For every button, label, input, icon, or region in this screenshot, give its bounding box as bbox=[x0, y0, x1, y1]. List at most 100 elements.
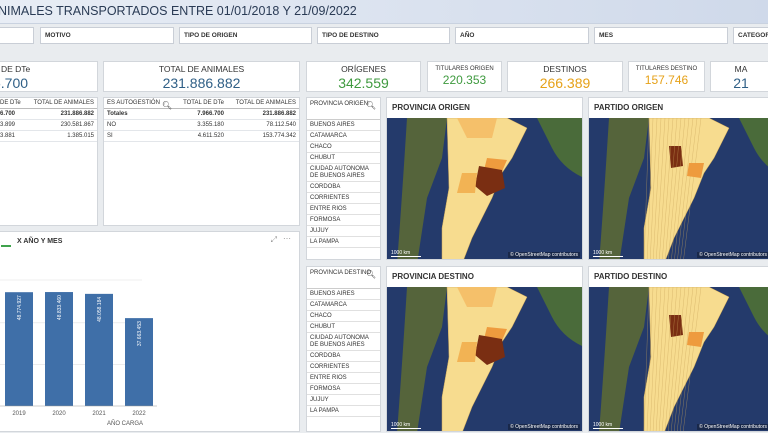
map-title: PARTIDO DESTINO bbox=[594, 272, 668, 281]
table-cell: 231.886.882 bbox=[25, 108, 97, 120]
table-cell: 1.385.015 bbox=[25, 130, 97, 142]
kpi-destinos-label: DESTINOS bbox=[543, 64, 587, 74]
filter-tipo-origen[interactable]: TIPO DE ORIGEN bbox=[179, 27, 312, 44]
table-cell: 78.112.540 bbox=[226, 119, 299, 131]
kpi-ma: MA 21 bbox=[710, 61, 768, 92]
listbox-item[interactable]: FORMOSA bbox=[307, 215, 380, 226]
listbox-item[interactable]: ENTRE RIOS bbox=[307, 373, 380, 384]
listbox-item[interactable]: CATAMARCA bbox=[307, 300, 380, 311]
search-icon[interactable]: 🔍︎ bbox=[162, 101, 172, 110]
map-partido-origen[interactable]: 1000 km © OpenStreetMap contributors bbox=[589, 118, 768, 259]
map-title: PROVINCIA ORIGEN bbox=[392, 103, 470, 112]
map-provincia-origen[interactable]: 1000 km © OpenStreetMap contributors bbox=[387, 118, 582, 259]
listbox-item[interactable]: BUENOS AIRES bbox=[307, 120, 380, 131]
listbox-item[interactable]: FORMOSA bbox=[307, 384, 380, 395]
table-cell: 3.899 bbox=[0, 119, 26, 131]
listbox-item[interactable]: CATAMARCA bbox=[307, 131, 380, 142]
kpi-titulares-origen-label: TITULARES ORIGEN bbox=[435, 66, 494, 72]
map-scale: 1000 km bbox=[593, 422, 623, 429]
table-row[interactable]: 3.899 230.581.867 bbox=[0, 119, 97, 131]
column-header[interactable]: DE DTe bbox=[0, 98, 26, 109]
table-cell: 153.774.342 bbox=[226, 130, 299, 142]
table-header-row: DE DTe TOTAL DE ANIMALES bbox=[0, 98, 97, 109]
x-axis-label: AÑO CARGA bbox=[107, 420, 143, 427]
map-title: PROVINCIA DESTINO bbox=[392, 272, 474, 281]
kpi-origenes-value: 342.559 bbox=[338, 75, 389, 91]
map-attribution[interactable]: © OpenStreetMap contributors bbox=[508, 252, 580, 258]
listbox-item[interactable]: LA PAMPA bbox=[307, 237, 380, 248]
table-cell: 3.881 bbox=[0, 130, 26, 142]
listbox-item[interactable]: LA PAMPA bbox=[307, 406, 380, 417]
listbox-item[interactable]: BUENOS AIRES bbox=[307, 289, 380, 300]
kpi-titulares-origen-value: 220.353 bbox=[442, 73, 487, 87]
listbox-item[interactable]: CIUDAD AUTONOMA DE BUENOS AIRES bbox=[307, 164, 380, 182]
kpi-titulares-destino: TITULARES DESTINO 157.746 bbox=[628, 61, 705, 92]
listbox-header[interactable]: PROVINCIA ORIGEN 🔍︎ bbox=[307, 98, 380, 120]
listbox-provincia-destino: PROVINCIA DESTINO 🔍︎ BUENOS AIRES CATAMAR… bbox=[306, 266, 381, 432]
kpi-total-animales-label: TOTAL DE ANIMALES bbox=[158, 64, 245, 74]
kpi-origenes: ORÍGENES 342.559 bbox=[306, 61, 421, 92]
table-row[interactable]: 6.700 231.886.882 bbox=[0, 108, 97, 120]
title-bar: NIMALES TRANSPORTADOS ENTRE 01/01/2018 Y… bbox=[0, 0, 768, 24]
table-cell: SI bbox=[104, 130, 176, 142]
x-tick-label: 2021 bbox=[92, 411, 106, 417]
filter-partial[interactable] bbox=[0, 27, 34, 44]
map-provincia-destino[interactable]: 1000 km © OpenStreetMap contributors bbox=[387, 287, 582, 431]
listbox-header[interactable]: PROVINCIA DESTINO 🔍︎ bbox=[307, 267, 380, 289]
tab-indicator bbox=[1, 245, 11, 247]
search-icon[interactable]: 🔍︎ bbox=[366, 102, 376, 110]
partido-highlight bbox=[669, 315, 683, 337]
listbox-item[interactable]: CORRIENTES bbox=[307, 362, 380, 373]
x-tick-label: 2019 bbox=[12, 411, 26, 417]
search-icon[interactable]: 🔍︎ bbox=[366, 271, 376, 279]
listbox-item[interactable]: CORRIENTES bbox=[307, 193, 380, 204]
kpi-destinos-value: 266.389 bbox=[539, 75, 591, 91]
map-provincia-origen-panel: PROVINCIA ORIGEN 1000 km © OpenStreetMap… bbox=[386, 97, 583, 260]
filter-motivo[interactable]: MOTIVO bbox=[40, 27, 174, 44]
listbox-item[interactable]: CHUBUT bbox=[307, 322, 380, 333]
chart-panel: X AÑO Y MES ⤢ ⋯ 48.774.927 2019 48.833.460… bbox=[0, 231, 300, 432]
table-cell: 7.966.700 bbox=[176, 108, 227, 120]
column-header[interactable]: TOTAL DE ANIMALES bbox=[226, 98, 299, 109]
map-attribution[interactable]: © OpenStreetMap contributors bbox=[697, 424, 768, 430]
listbox-item[interactable]: JUJUY bbox=[307, 226, 380, 237]
column-header-autogestion[interactable]: ES AUTOGESTIÓN 🔍︎ bbox=[104, 98, 176, 110]
table-cell: Totales bbox=[104, 108, 176, 120]
listbox-item[interactable]: CIUDAD AUTONOMA DE BUENOS AIRES bbox=[307, 333, 380, 351]
listbox-item[interactable]: CHUBUT bbox=[307, 153, 380, 164]
listbox-item[interactable]: CHACO bbox=[307, 142, 380, 153]
table-header-row: ES AUTOGESTIÓN 🔍︎ TOTAL DE DTe TOTAL DE … bbox=[104, 98, 299, 110]
expand-icon[interactable]: ⤢ bbox=[271, 235, 277, 245]
more-options-icon[interactable]: ⋯ bbox=[283, 234, 291, 243]
column-header[interactable]: TOTAL DE DTe bbox=[176, 98, 227, 109]
table-row[interactable]: Totales 7.966.700 231.886.882 bbox=[104, 108, 299, 120]
listbox-item[interactable]: JUJUY bbox=[307, 395, 380, 406]
map-scale: 1000 km bbox=[593, 250, 623, 257]
filter-mes[interactable]: MES bbox=[594, 27, 728, 44]
bar-chart: 48.774.927 2019 48.833.460 2020 48.058.184 20… bbox=[0, 279, 157, 427]
table-row[interactable]: SI 4.611.520 153.774.342 bbox=[104, 130, 299, 142]
map-attribution[interactable]: © OpenStreetMap contributors bbox=[697, 252, 768, 258]
kpi-titulares-destino-label: TITULARES DESTINO bbox=[635, 66, 698, 72]
filter-tipo-destino[interactable]: TIPO DE DESTINO bbox=[317, 27, 450, 44]
filter-categoria[interactable]: CATEGOR bbox=[733, 27, 768, 44]
kpi-total-animales: TOTAL DE ANIMALES 231.886.882 bbox=[103, 61, 300, 92]
listbox-item[interactable]: CORDOBA bbox=[307, 351, 380, 362]
listbox-item[interactable]: ENTRE RIOS bbox=[307, 204, 380, 215]
map-attribution[interactable]: © OpenStreetMap contributors bbox=[508, 424, 580, 430]
table-cell: 4.611.520 bbox=[176, 130, 227, 142]
column-header[interactable]: TOTAL DE ANIMALES bbox=[25, 98, 97, 109]
filter-anio[interactable]: AÑO bbox=[455, 27, 589, 44]
table-row[interactable]: 3.881 1.385.015 bbox=[0, 130, 97, 142]
listbox-item[interactable]: CORDOBA bbox=[307, 182, 380, 193]
listbox-provincia-origen: PROVINCIA ORIGEN 🔍︎ BUENOS AIRES CATAMARC… bbox=[306, 97, 381, 260]
x-tick-label: 2022 bbox=[132, 411, 146, 417]
listbox-item[interactable]: CHACO bbox=[307, 311, 380, 322]
page-title: NIMALES TRANSPORTADOS ENTRE 01/01/2018 Y… bbox=[0, 4, 357, 18]
map-partido-destino[interactable]: 1000 km © OpenStreetMap contributors bbox=[589, 287, 768, 431]
map-provincia-destino-panel: PROVINCIA DESTINO 1000 km © OpenStreetMa… bbox=[386, 266, 583, 432]
data-label: 48.058.184 bbox=[97, 297, 103, 322]
listbox-title: PROVINCIA ORIGEN bbox=[310, 101, 369, 107]
table-row[interactable]: NO 3.355.180 78.112.540 bbox=[104, 119, 299, 131]
data-label: 37.663.453 bbox=[137, 321, 143, 346]
